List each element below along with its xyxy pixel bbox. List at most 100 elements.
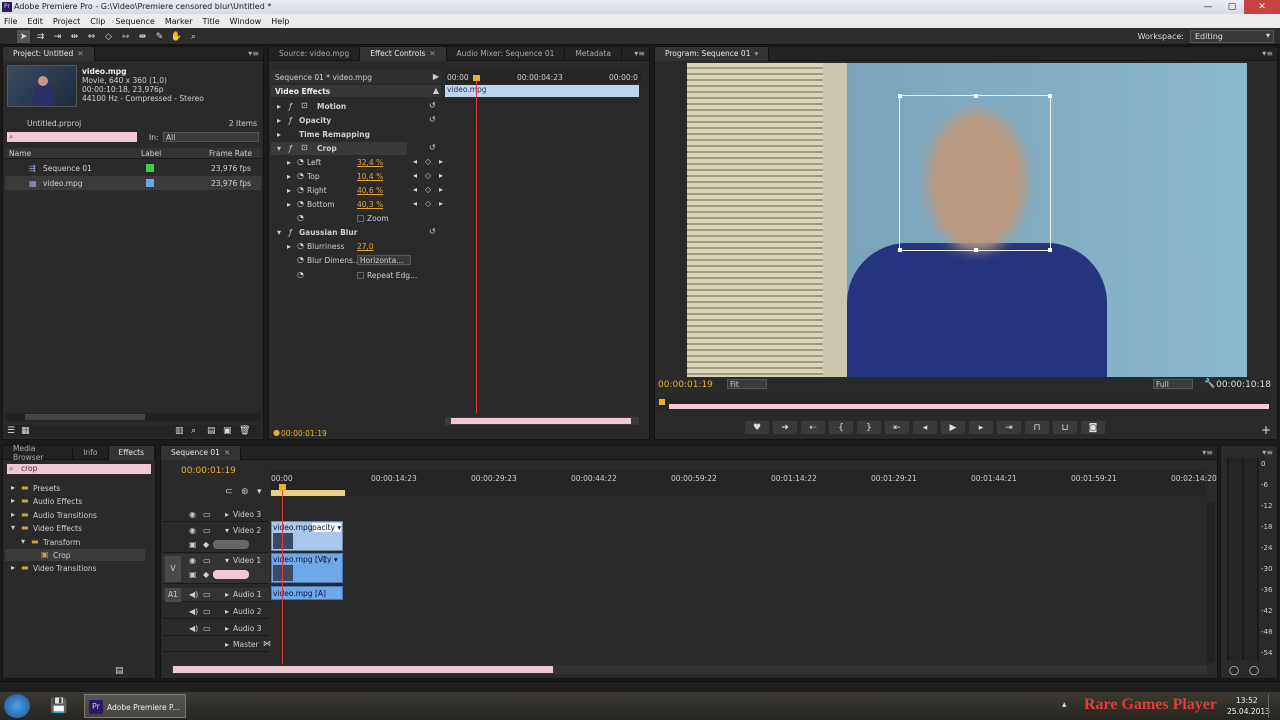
expand-icon[interactable]: ▸ — [225, 640, 229, 649]
lock-icon[interactable]: ▭ — [203, 510, 211, 519]
tree-toggle-icon[interactable]: ▾ — [21, 537, 25, 546]
crop-handle[interactable] — [898, 94, 902, 98]
effects-tree-item[interactable]: ▸ ▬ Presets — [5, 482, 145, 494]
new-bin-icon[interactable]: ▤ — [207, 426, 216, 436]
effect-crop[interactable]: ▾ ƒ ⊡ Crop — [271, 142, 407, 155]
go-to-in-icon[interactable]: ⇤ — [885, 421, 909, 434]
effects-tree-item[interactable]: ▾ ▬ Transform — [5, 536, 145, 548]
settings-wrench-icon[interactable]: 🔧 — [1204, 379, 1215, 389]
list-view-icon[interactable]: ☰ — [7, 426, 15, 436]
crop-prop-value[interactable]: 40,3 % — [357, 200, 383, 209]
go-to-next-marker-icon[interactable]: ➜ — [773, 421, 797, 434]
expand-icon[interactable]: ▸ — [277, 116, 281, 125]
fit-select[interactable]: Fit — [727, 379, 767, 389]
reset-icon[interactable]: ↺ — [429, 101, 436, 110]
solo-right-icon[interactable]: ◯ — [1249, 666, 1259, 676]
effects-search-input[interactable]: crop — [7, 464, 151, 474]
expand-icon[interactable]: ▸ — [287, 172, 291, 181]
display-style-icon[interactable]: ▣ — [189, 540, 197, 549]
menu-window[interactable]: Window — [230, 17, 262, 26]
fx-icon[interactable]: ƒ — [289, 102, 292, 111]
extract-icon[interactable]: ⊔ — [1053, 421, 1077, 434]
stopwatch-icon[interactable]: ◔ — [297, 199, 304, 208]
clip-video2-fx[interactable]: pacity ▾ — [312, 523, 342, 532]
export-frame-icon[interactable]: ◙ — [1081, 421, 1105, 434]
timeline-playhead[interactable] — [282, 484, 283, 664]
crop-handle[interactable] — [1048, 248, 1052, 252]
menu-help[interactable]: Help — [271, 17, 289, 26]
play-icon[interactable]: ▶ — [941, 421, 965, 434]
speaker-icon[interactable]: ◀) — [189, 590, 198, 599]
selection-tool-icon[interactable]: ➤ — [17, 30, 30, 43]
panel-menu-icon[interactable]: ▾≡ — [1202, 448, 1213, 457]
save-floppy-icon[interactable]: 💾 — [46, 696, 72, 716]
lock-icon[interactable]: ▭ — [203, 607, 211, 616]
fx-icon[interactable]: ƒ — [289, 116, 292, 125]
delete-icon[interactable]: 🗑 — [239, 426, 250, 436]
zoom-tool-icon[interactable]: ⌕ — [187, 30, 200, 43]
step-back-icon[interactable]: ◂ — [913, 421, 937, 434]
razor-tool-icon[interactable]: ◇ — [102, 30, 115, 43]
stopwatch-icon[interactable]: ◔ — [297, 185, 304, 194]
eye-icon[interactable]: ◉ — [189, 526, 196, 535]
crop-prop-value[interactable]: 32,4 % — [357, 158, 383, 167]
add-keyframe-icon[interactable]: ◇ — [425, 199, 431, 208]
workspace-select[interactable]: Editing — [1190, 30, 1274, 43]
rolling-edit-tool-icon[interactable]: ⇹ — [68, 30, 81, 43]
expand-icon[interactable]: ▸ — [287, 186, 291, 195]
taskbar-premiere-app[interactable]: Pr Adobe Premiere P... — [84, 694, 186, 718]
expand-icon[interactable]: ▸ — [225, 510, 229, 519]
add-keyframe-icon[interactable]: ◇ — [425, 171, 431, 180]
tab-source[interactable]: Source: video.mpg — [269, 46, 361, 61]
tab-audio-mixer[interactable]: Audio Mixer: Sequence 01 — [447, 46, 566, 61]
slip-tool-icon[interactable]: ⇿ — [119, 30, 132, 43]
step-forward-icon[interactable]: ▸ — [969, 421, 993, 434]
playhead-handle[interactable] — [279, 484, 286, 491]
panel-menu-icon[interactable]: ▾≡ — [248, 49, 259, 58]
minimize-button[interactable]: — — [1196, 0, 1220, 14]
video-canvas[interactable] — [687, 63, 1247, 377]
effect-gaussian-blur[interactable]: ▾ ƒ Gaussian Blur ↺ — [271, 226, 441, 239]
new-bin-icon[interactable]: ▤ — [115, 666, 124, 676]
solo-left-icon[interactable]: ◯ — [1229, 666, 1239, 676]
expand-icon[interactable]: ▸ — [277, 102, 281, 111]
stopwatch-icon[interactable]: ◔ — [297, 270, 304, 279]
menu-edit[interactable]: Edit — [27, 17, 43, 26]
expand-icon[interactable]: ▸ — [225, 590, 229, 599]
collapse-icon[interactable]: ▾ — [277, 228, 281, 237]
crop-handle[interactable] — [1048, 94, 1052, 98]
lift-icon[interactable]: ⊓ — [1025, 421, 1049, 434]
snap-icon[interactable]: ⊂ — [225, 487, 233, 497]
crop-handle[interactable] — [974, 94, 978, 98]
ec-zoom-scrollbar[interactable] — [445, 417, 639, 425]
panel-menu-icon[interactable]: ▾≡ — [634, 49, 645, 58]
new-item-icon[interactable]: ▣ — [223, 426, 232, 436]
col-label[interactable]: Label — [141, 149, 161, 158]
speaker-icon[interactable]: ◀) — [189, 607, 198, 616]
fx-icon[interactable]: ƒ — [289, 228, 292, 237]
next-keyframe-icon[interactable]: ▸ — [439, 157, 443, 166]
effects-tree-item[interactable]: ▸ ▬ Video Transitions — [5, 562, 145, 574]
repeat-edge-checkbox[interactable] — [357, 272, 364, 279]
collapse-icon[interactable]: ▾ — [277, 144, 281, 153]
stopwatch-icon[interactable]: ◔ — [297, 157, 304, 166]
effects-tree-item[interactable]: ▾ ▬ Video Effects — [5, 522, 145, 534]
ripple-edit-tool-icon[interactable]: ⇥ — [51, 30, 64, 43]
tree-toggle-icon[interactable]: ▸ — [11, 496, 15, 505]
stopwatch-icon[interactable]: ◔ — [297, 255, 304, 264]
add-marker-icon[interactable]: ♥ — [745, 421, 769, 434]
start-button-icon[interactable] — [4, 694, 30, 718]
track-select-tool-icon[interactable]: ⇉ — [34, 30, 47, 43]
program-timecode[interactable]: 00:00:01:19 — [658, 380, 713, 390]
next-keyframe-icon[interactable]: ▸ — [439, 171, 443, 180]
eye-icon[interactable]: ◉ — [189, 556, 196, 565]
keyframe-nav[interactable] — [213, 540, 249, 549]
icon-view-icon[interactable]: ▦ — [21, 426, 30, 436]
go-to-out-icon[interactable]: ⇥ — [997, 421, 1021, 434]
keyframe-icon[interactable]: ◆ — [203, 540, 209, 549]
col-frame-rate[interactable]: Frame Rate — [209, 149, 252, 158]
go-to-prev-marker-icon[interactable]: ⇠ — [801, 421, 825, 434]
set-marker-icon[interactable]: ⊛ — [241, 487, 249, 497]
button-editor-plus-icon[interactable]: + — [1261, 423, 1271, 437]
ec-playhead[interactable] — [476, 77, 477, 413]
